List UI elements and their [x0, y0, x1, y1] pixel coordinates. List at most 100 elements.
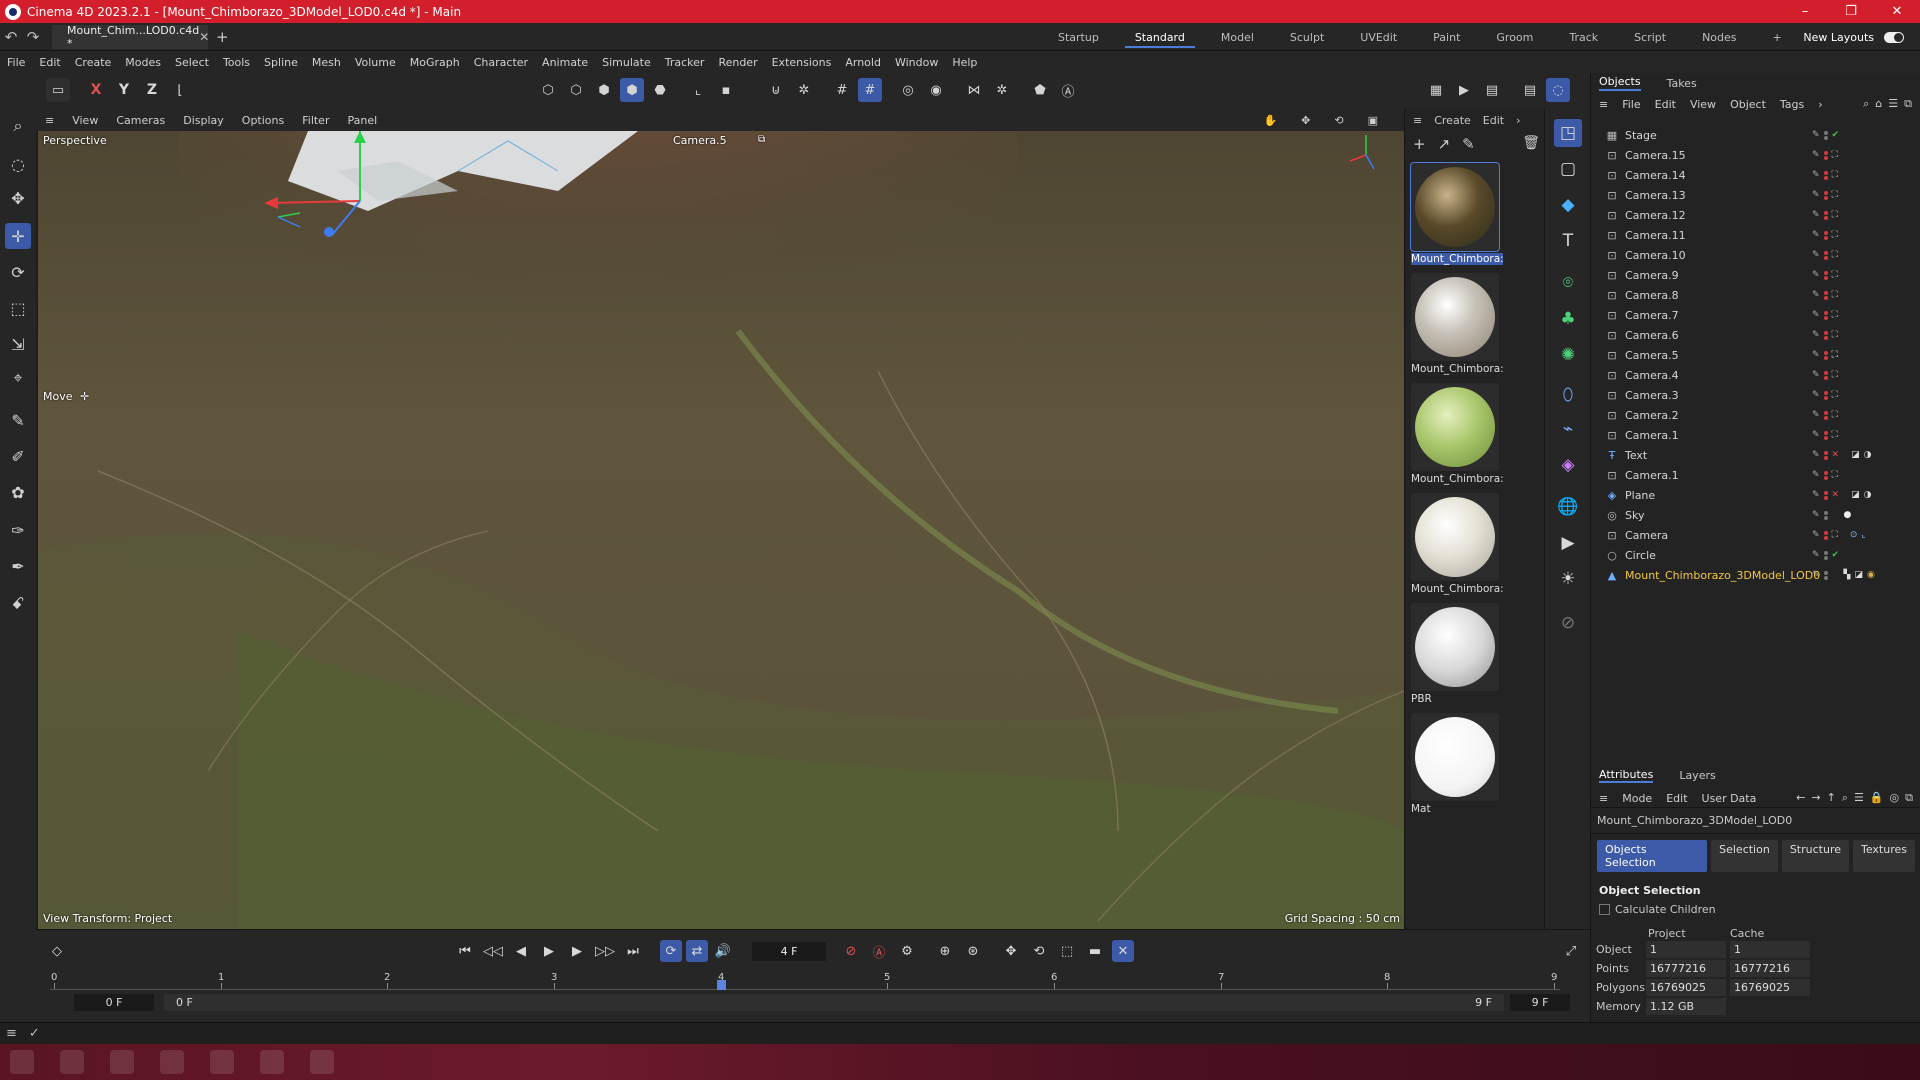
maximize-view-icon[interactable]: ▣	[1359, 114, 1387, 127]
object-row[interactable]: ⊡ Camera.1 ✎ ⛶	[1597, 425, 1917, 445]
add-tab-button[interactable]: +	[216, 28, 229, 46]
filter-icon[interactable]: ☰	[1854, 791, 1864, 805]
brush-tools-icon[interactable]: ✿	[5, 479, 31, 505]
layout-tab-active[interactable]: Standard	[1117, 23, 1203, 51]
object-row[interactable]: ▦ Stage ✎ ✔	[1597, 125, 1917, 145]
document-tab[interactable]: Mount_Chim...LOD0.c4d * ✕	[52, 24, 209, 50]
tab-takes[interactable]: Takes	[1667, 77, 1697, 90]
menu-item[interactable]: Select	[168, 56, 216, 69]
layout-tab[interactable]: Track	[1551, 23, 1616, 51]
rotate-tool-icon[interactable]: ⟳	[5, 259, 31, 285]
coordinate-system-icon[interactable]: ⌊	[168, 78, 192, 102]
material-menu-item[interactable]: Edit	[1483, 114, 1504, 127]
cube-icon[interactable]: ◆	[1554, 191, 1582, 219]
param-key-icon[interactable]: ▬	[1084, 940, 1106, 962]
assign-material-icon[interactable]: ↗	[1438, 135, 1451, 153]
preview-range-bar[interactable]: 0 F 9 F	[164, 994, 1504, 1011]
attributes-menu-item[interactable]: User Data	[1702, 792, 1757, 805]
search-icon[interactable]: ⌕	[5, 113, 31, 139]
texture-mode-icon[interactable]: ▪	[714, 78, 738, 102]
hamburger-icon[interactable]: ≡	[1599, 792, 1608, 805]
next-key-icon[interactable]: ▷▷	[594, 940, 616, 962]
edges-mode-icon[interactable]: ⬡	[564, 78, 588, 102]
move-tool-icon[interactable]: ✛	[5, 223, 31, 249]
menu-item[interactable]: Edit	[32, 56, 67, 69]
viewport-menu-item[interactable]: View	[63, 114, 107, 127]
structure-tab[interactable]: Structure	[1781, 840, 1849, 872]
sculpt-brush-icon[interactable]: ✒	[5, 553, 31, 579]
camera-link-icon[interactable]: ⧉	[758, 134, 765, 145]
textures-tab[interactable]: Textures	[1853, 840, 1915, 872]
viewport-menu-item[interactable]: Panel	[338, 114, 386, 127]
scheme-icon[interactable]: ⊛	[962, 940, 984, 962]
taskbar-app-icon[interactable]	[110, 1050, 134, 1074]
menu-item[interactable]: MoGraph	[403, 56, 467, 69]
object-row[interactable]: ◈ Plane ✎ ✕ ◪ ◑	[1597, 485, 1917, 505]
paint-brush-icon[interactable]: ✑	[5, 517, 31, 543]
object-row[interactable]: ⊡ Camera.3 ✎ ⛶	[1597, 385, 1917, 405]
spline-primitive-icon[interactable]: ▢	[1554, 155, 1582, 183]
object-row[interactable]: ⊡ Camera.8 ✎ ⛶	[1597, 285, 1917, 305]
transfer-tool-icon[interactable]: ⇲	[5, 331, 31, 357]
modeling-tools-icon[interactable]: ⌖	[5, 365, 31, 391]
go-to-start-icon[interactable]: ⏮	[454, 940, 476, 962]
object-row[interactable]: ⊡ Camera.15 ✎ ⛶	[1597, 145, 1917, 165]
rotation-key-icon[interactable]: ⟲	[1028, 940, 1050, 962]
spline-tools-icon[interactable]: ✐	[5, 443, 31, 469]
close-tab-icon[interactable]: ✕	[199, 30, 209, 44]
object-row[interactable]: ⊡ Camera ✎ ⛶ ⊙ ⌞	[1597, 525, 1917, 545]
taskbar-app-icon[interactable]	[260, 1050, 284, 1074]
menu-item[interactable]: Simulate	[595, 56, 658, 69]
minimize-button[interactable]: –	[1782, 0, 1828, 23]
object-row[interactable]: ⊡ Camera.4 ✎ ⛶	[1597, 365, 1917, 385]
object-row[interactable]: ⊡ Camera.9 ✎ ⛶	[1597, 265, 1917, 285]
objects-menu-item[interactable]: Edit	[1655, 98, 1676, 111]
new-layouts-toggle[interactable]: New Layouts	[1803, 23, 1904, 51]
menu-item[interactable]: Tools	[216, 56, 257, 69]
viewport-layout-icon[interactable]: ◳	[1554, 119, 1582, 147]
viewport-camera-label[interactable]: Camera.5	[673, 134, 727, 147]
mograph-cloner-icon[interactable]: ♣	[1554, 305, 1582, 333]
object-row[interactable]: ⊡ Camera.7 ✎ ⛶	[1597, 305, 1917, 325]
viewport-menu-item[interactable]: Filter	[293, 114, 338, 127]
delete-material-icon[interactable]: 🗑	[1522, 135, 1540, 151]
object-row[interactable]: ○ Circle ✎ ✔	[1597, 545, 1917, 565]
objects-menu-item[interactable]: File	[1622, 98, 1640, 111]
scale-tool-icon[interactable]: ⬚	[5, 295, 31, 321]
hamburger-icon[interactable]: ≡	[1599, 98, 1608, 111]
model-mode-icon[interactable]: ⬢	[620, 78, 644, 102]
layout-tab[interactable]: UVEdit	[1342, 23, 1415, 51]
environment-icon[interactable]: 🌐	[1554, 493, 1582, 521]
render-region-icon[interactable]: ▦	[1424, 78, 1448, 102]
selection-tab[interactable]: Selection	[1711, 840, 1778, 872]
pla-key-icon[interactable]: ✕	[1112, 940, 1134, 962]
material-swatch[interactable]	[1411, 383, 1499, 471]
current-frame-field[interactable]: 4 F	[752, 942, 826, 961]
end-frame-field[interactable]: 9 F	[1510, 994, 1570, 1011]
redo-icon[interactable]: ↷	[22, 28, 44, 46]
light-icon[interactable]: ☀	[1554, 565, 1582, 593]
menu-item[interactable]: Arnold	[838, 56, 888, 69]
live-selection-icon[interactable]: ◌	[5, 151, 31, 177]
menu-item[interactable]: Create	[68, 56, 119, 69]
tab-attributes[interactable]: Attributes	[1599, 768, 1654, 783]
layout-tab[interactable]: Model	[1203, 23, 1272, 51]
up-icon[interactable]: ↑	[1827, 791, 1836, 805]
redshift-icon[interactable]: ◌	[1546, 78, 1570, 102]
play-icon[interactable]: ▶	[538, 940, 560, 962]
frame-ruler[interactable]: 0 1 2 3 4 5 6 7 8 9	[50, 970, 1560, 990]
menu-item[interactable]: Modes	[118, 56, 168, 69]
viewport-menu-item[interactable]: Options	[233, 114, 293, 127]
next-frame-icon[interactable]: ▶	[566, 940, 588, 962]
tab-layers[interactable]: Layers	[1679, 769, 1715, 782]
field-icon[interactable]: ⬯	[1554, 381, 1582, 409]
render-view-icon[interactable]: ▭	[46, 78, 70, 102]
maximize-button[interactable]: ❐	[1828, 0, 1874, 23]
menu-item[interactable]: Tracker	[658, 56, 712, 69]
symmetry-settings-icon[interactable]: ✲	[990, 78, 1014, 102]
taskbar-app-icon[interactable]	[60, 1050, 84, 1074]
tab-objects[interactable]: Objects	[1599, 75, 1641, 91]
rotate-view-icon[interactable]: ⟲	[1325, 114, 1352, 127]
edit-render-settings-icon[interactable]: ▤	[1518, 78, 1542, 102]
add-material-icon[interactable]: +	[1413, 135, 1426, 153]
